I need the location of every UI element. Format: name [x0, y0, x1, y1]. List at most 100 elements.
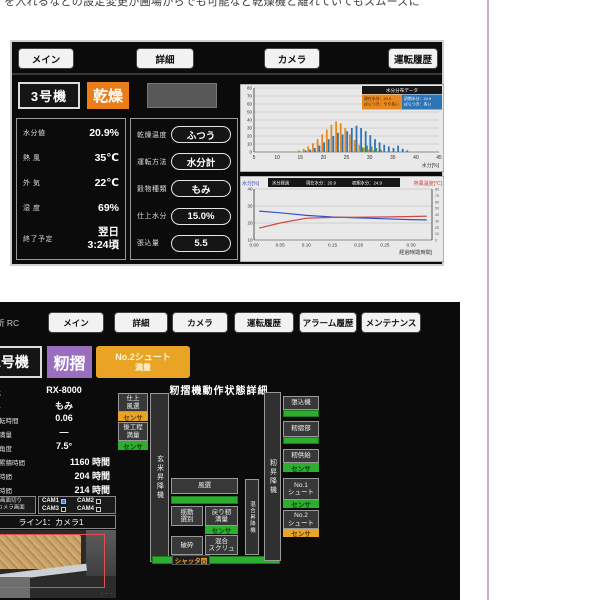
diagram-post-process-sensor: センサ — [118, 441, 148, 450]
svg-text:80: 80 — [247, 86, 253, 91]
info-value: 214 時間 — [12, 483, 116, 496]
dryer-tab-3[interactable]: カメラ — [264, 48, 320, 69]
svg-text:0.10: 0.10 — [302, 243, 312, 248]
svg-text:初期水分：24.9: 初期水分：24.9 — [404, 96, 431, 101]
diagram-wind-selector-bar — [171, 496, 238, 504]
huller-tab-5[interactable]: アラーム履歴 — [299, 312, 357, 333]
cam-checkbox-cam3[interactable] — [61, 507, 66, 512]
site-label: 所 RC — [0, 317, 19, 329]
svg-text:10: 10 — [247, 142, 253, 147]
dryer-tab-bar: メイン 詳細 カメラ 運転履歴 — [12, 42, 442, 75]
measurement-row: 終了予定翌日 3:24頃 — [23, 226, 119, 250]
dryer-settings-box: 乾燥温度ふつう運転方法水分計穀物種類もみ仕上水分15.0%張込量5.5 — [130, 118, 238, 260]
dryer-tab-4[interactable]: 運転履歴 — [388, 48, 438, 69]
setting-row: 仕上水分 15.0% — [137, 208, 231, 225]
measurement-label: 終了予定 — [23, 234, 53, 244]
measurement-row: 水分値20.9% — [23, 127, 119, 139]
svg-text:初期水分：24.9: 初期水分：24.9 — [352, 180, 382, 187]
cam-checkbox-cam4[interactable] — [96, 507, 101, 512]
cam-label: CAM4 — [77, 506, 94, 512]
diagram-mixing-elevator: 混合昇降機 — [245, 479, 259, 555]
svg-text:30: 30 — [435, 219, 439, 223]
measurement-label: 外 気 — [23, 178, 40, 188]
info-value: 0.06 — [12, 413, 116, 423]
svg-text:20: 20 — [435, 226, 439, 230]
dryer-substate-box — [147, 83, 217, 108]
svg-text:0.00: 0.00 — [249, 243, 259, 248]
svg-text:熱風温度[℃]: 熱風温度[℃] — [414, 180, 443, 187]
svg-text:35: 35 — [390, 155, 396, 161]
camera-timestamp-marks: · · · — [101, 591, 113, 596]
huller-state-badge: 籾摺 — [47, 346, 92, 378]
cam-checkbox-cam1[interactable] — [61, 499, 66, 504]
svg-text:40: 40 — [413, 155, 419, 161]
cam-option: CAM3 — [42, 506, 77, 512]
page-divider-line — [487, 0, 489, 600]
measurement-value: 35℃ — [95, 152, 119, 164]
diagram-post-process-full: 後工程 満量 — [118, 422, 148, 441]
dryer-tab-1[interactable]: メイン — [18, 48, 74, 69]
info-label: 揺動角度 — [0, 443, 12, 453]
diagram-return-paddy-sensor: センサ — [205, 526, 238, 534]
camera-feed-image: · · · — [0, 530, 116, 598]
svg-text:水分分布データ: 水分分布データ — [386, 87, 418, 94]
svg-text:30: 30 — [367, 155, 373, 161]
measurement-value: 69% — [98, 202, 119, 214]
setting-label: 運転方法 — [137, 157, 167, 167]
diagram-finishing-winnower: 仕上 風選 — [118, 393, 148, 412]
svg-text:80: 80 — [435, 188, 439, 192]
info-row: 揺動角度7.5° — [0, 440, 116, 454]
huller-tab-1[interactable]: メイン — [48, 312, 104, 333]
info-label: 型 式 — [0, 387, 1, 397]
info-label: 選別時間 — [0, 485, 12, 495]
huller-tab-2[interactable]: 詳細 — [114, 312, 168, 333]
setting-value-pill: 15.0% — [171, 208, 231, 225]
info-value: 204 時間 — [12, 469, 116, 482]
camera-switch-line1: 画面切り — [0, 498, 22, 505]
moisture-distribution-chart: 0102030405060708051015202530354045水分[%]水… — [240, 84, 444, 172]
huller-tab-3[interactable]: カメラ — [172, 312, 228, 333]
huller-tab-4[interactable]: 運転履歴 — [234, 312, 294, 333]
svg-text:ばらつき：多い: ばらつき：多い — [404, 102, 431, 107]
setting-value-pill: ふつう — [171, 126, 231, 143]
chute-full-alert-button[interactable]: No.2シュート 満量 — [96, 346, 190, 378]
cam-label: CAM3 — [42, 506, 59, 512]
setting-value-pill: 水分計 — [171, 153, 231, 170]
measurement-value: 20.9% — [89, 127, 119, 139]
diagram-finishing-sensor: センサ — [118, 412, 148, 421]
setting-label: 乾燥温度 — [137, 130, 167, 140]
svg-text:70: 70 — [435, 194, 439, 198]
camera-select-grid: CAM1CAM2CAM3CAM4 — [38, 496, 116, 514]
svg-text:ばらつき：やや多い: ばらつき：やや多い — [364, 102, 399, 107]
setting-label: 仕上水分 — [137, 211, 167, 221]
svg-text:40: 40 — [247, 187, 253, 192]
info-row: 玄米満量― — [0, 426, 116, 440]
diagram-no1-chute: No.1 シュート — [283, 478, 319, 500]
huller-tab-6[interactable]: メンテナンス — [361, 312, 421, 333]
diagram-return-paddy-full: 戻り籾 満量 — [205, 506, 238, 526]
svg-text:水分経過: 水分経過 — [272, 180, 290, 187]
dryer-machine-label: 3号機 — [18, 82, 80, 109]
info-row: 原 料もみ — [0, 398, 116, 412]
huller-machine-label: 1号機 — [0, 346, 42, 378]
setting-label: 張込量 — [137, 238, 160, 248]
info-row: 型 式RX-8000 — [0, 384, 116, 398]
diagram-hulling-section: 籾摺部 — [283, 421, 319, 437]
diagram-crusher: 破砕 — [171, 536, 203, 555]
svg-text:40: 40 — [247, 118, 253, 123]
diagram-no2-chute: No.2 シュート — [283, 510, 319, 529]
info-row: 残運転時間0.06 — [0, 412, 116, 426]
svg-text:0.20: 0.20 — [354, 243, 364, 248]
setting-row: 穀物種類もみ — [137, 180, 231, 197]
info-label: 籾摺時間 — [0, 471, 12, 481]
info-value: ― — [12, 427, 116, 437]
diagram-wind-selector: 風選 — [171, 478, 238, 494]
cam-option: CAM1 — [42, 498, 77, 504]
camera-switch-cell[interactable]: 画面切り カメラ画面 — [0, 496, 36, 514]
svg-text:45: 45 — [436, 155, 442, 161]
cam-checkbox-cam2[interactable] — [96, 499, 101, 504]
dryer-tab-2[interactable]: 詳細 — [136, 48, 194, 69]
svg-text:現在水分：20.9: 現在水分：20.9 — [306, 180, 336, 187]
diagram-loading-machine: 張込機 — [283, 396, 319, 410]
moisture-histogram-svg: 0102030405060708051015202530354045水分[%]水… — [240, 84, 444, 172]
